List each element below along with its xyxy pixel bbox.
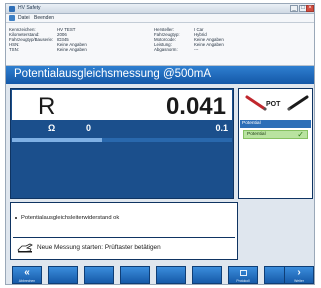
range-min: 0 — [86, 123, 92, 133]
info-row: TSN: Keine Angaben — [9, 47, 149, 52]
probe-panel: POT Potential Potential ✓ — [238, 88, 313, 199]
potential-item[interactable]: Potential ✓ — [243, 130, 308, 139]
info-label: Abgasnorm: — [154, 47, 178, 52]
function-key-6[interactable] — [192, 266, 222, 284]
section-label: Potential — [242, 121, 261, 126]
message-panel: Potentialausgleichsleiterwiderstand ok N… — [10, 202, 238, 260]
bullet-icon — [15, 217, 17, 219]
app-window: HV Safety _ □ × Datei Beenden Kennzeiche… — [5, 3, 315, 285]
measurement-panel: R 0.041 Ω 0 0.1 — [10, 88, 234, 199]
vehicle-info-panel: Kennzeichen: HV TEST Kilometerstand: 2006 … — [6, 23, 314, 66]
menu-item-beenden[interactable]: Beenden — [34, 15, 54, 21]
check-icon: ✓ — [297, 130, 304, 139]
title-bar: HV Safety _ □ × — [6, 4, 314, 14]
function-key-3[interactable] — [84, 266, 114, 284]
page-title: Potentialausgleichsmessung @500mA — [14, 68, 212, 80]
info-row: Abgasnorm: --- — [154, 47, 304, 52]
back-button-label: Abbrechen — [18, 279, 36, 283]
measurement-value: 0.041 — [165, 93, 226, 120]
close-button[interactable]: × — [306, 5, 314, 12]
menu-app-icon — [9, 15, 15, 21]
measurement-bar-fill — [12, 138, 103, 142]
hand-press-icon — [17, 243, 33, 253]
instruction-message: Neue Messung starten: Prüftaster betätig… — [37, 244, 161, 251]
pot-label: POT — [266, 101, 281, 108]
range-max: 0.1 — [215, 123, 228, 133]
app-icon — [9, 6, 15, 12]
minimize-button[interactable]: _ — [290, 5, 298, 12]
test-header: Potentialausgleichsmessung @500mA — [6, 66, 314, 84]
print-button-label: Protokoll — [236, 279, 250, 283]
measurement-scale-row: Ω 0 0.1 — [12, 121, 232, 137]
printer-icon — [240, 270, 247, 276]
measurement-bar — [12, 138, 232, 142]
back-button[interactable]: « Abbrechen — [12, 266, 42, 284]
pot-probe-graphic: POT — [241, 91, 310, 117]
measurement-symbol: R — [38, 93, 56, 120]
divider — [13, 237, 235, 238]
measurement-display: R 0.041 — [12, 90, 232, 120]
next-button[interactable]: › Weiter — [284, 266, 314, 284]
info-value: --- — [194, 47, 199, 52]
window-title: HV Safety — [18, 5, 41, 11]
info-label: TSN: — [9, 47, 20, 52]
double-chevron-left-icon: « — [24, 267, 30, 278]
function-key-bar: « Abbrechen Protokoll › Weiter — [6, 265, 314, 284]
result-message: Potentialausgleichsleiterwiderstand ok — [21, 215, 120, 221]
function-key-2[interactable] — [48, 266, 78, 284]
menu-bar: Datei Beenden — [6, 14, 314, 23]
print-button[interactable]: Protokoll — [228, 266, 258, 284]
function-key-5[interactable] — [156, 266, 186, 284]
menu-item-datei[interactable]: Datei — [18, 15, 30, 21]
chevron-right-icon: › — [297, 267, 301, 278]
potential-section-header: Potential — [240, 120, 311, 128]
measurement-unit: Ω — [48, 123, 56, 133]
function-key-4[interactable] — [120, 266, 150, 284]
potential-item-label: Potential — [247, 132, 266, 137]
next-button-label: Weiter — [294, 279, 304, 283]
info-value: Keine Angaben — [57, 47, 87, 52]
